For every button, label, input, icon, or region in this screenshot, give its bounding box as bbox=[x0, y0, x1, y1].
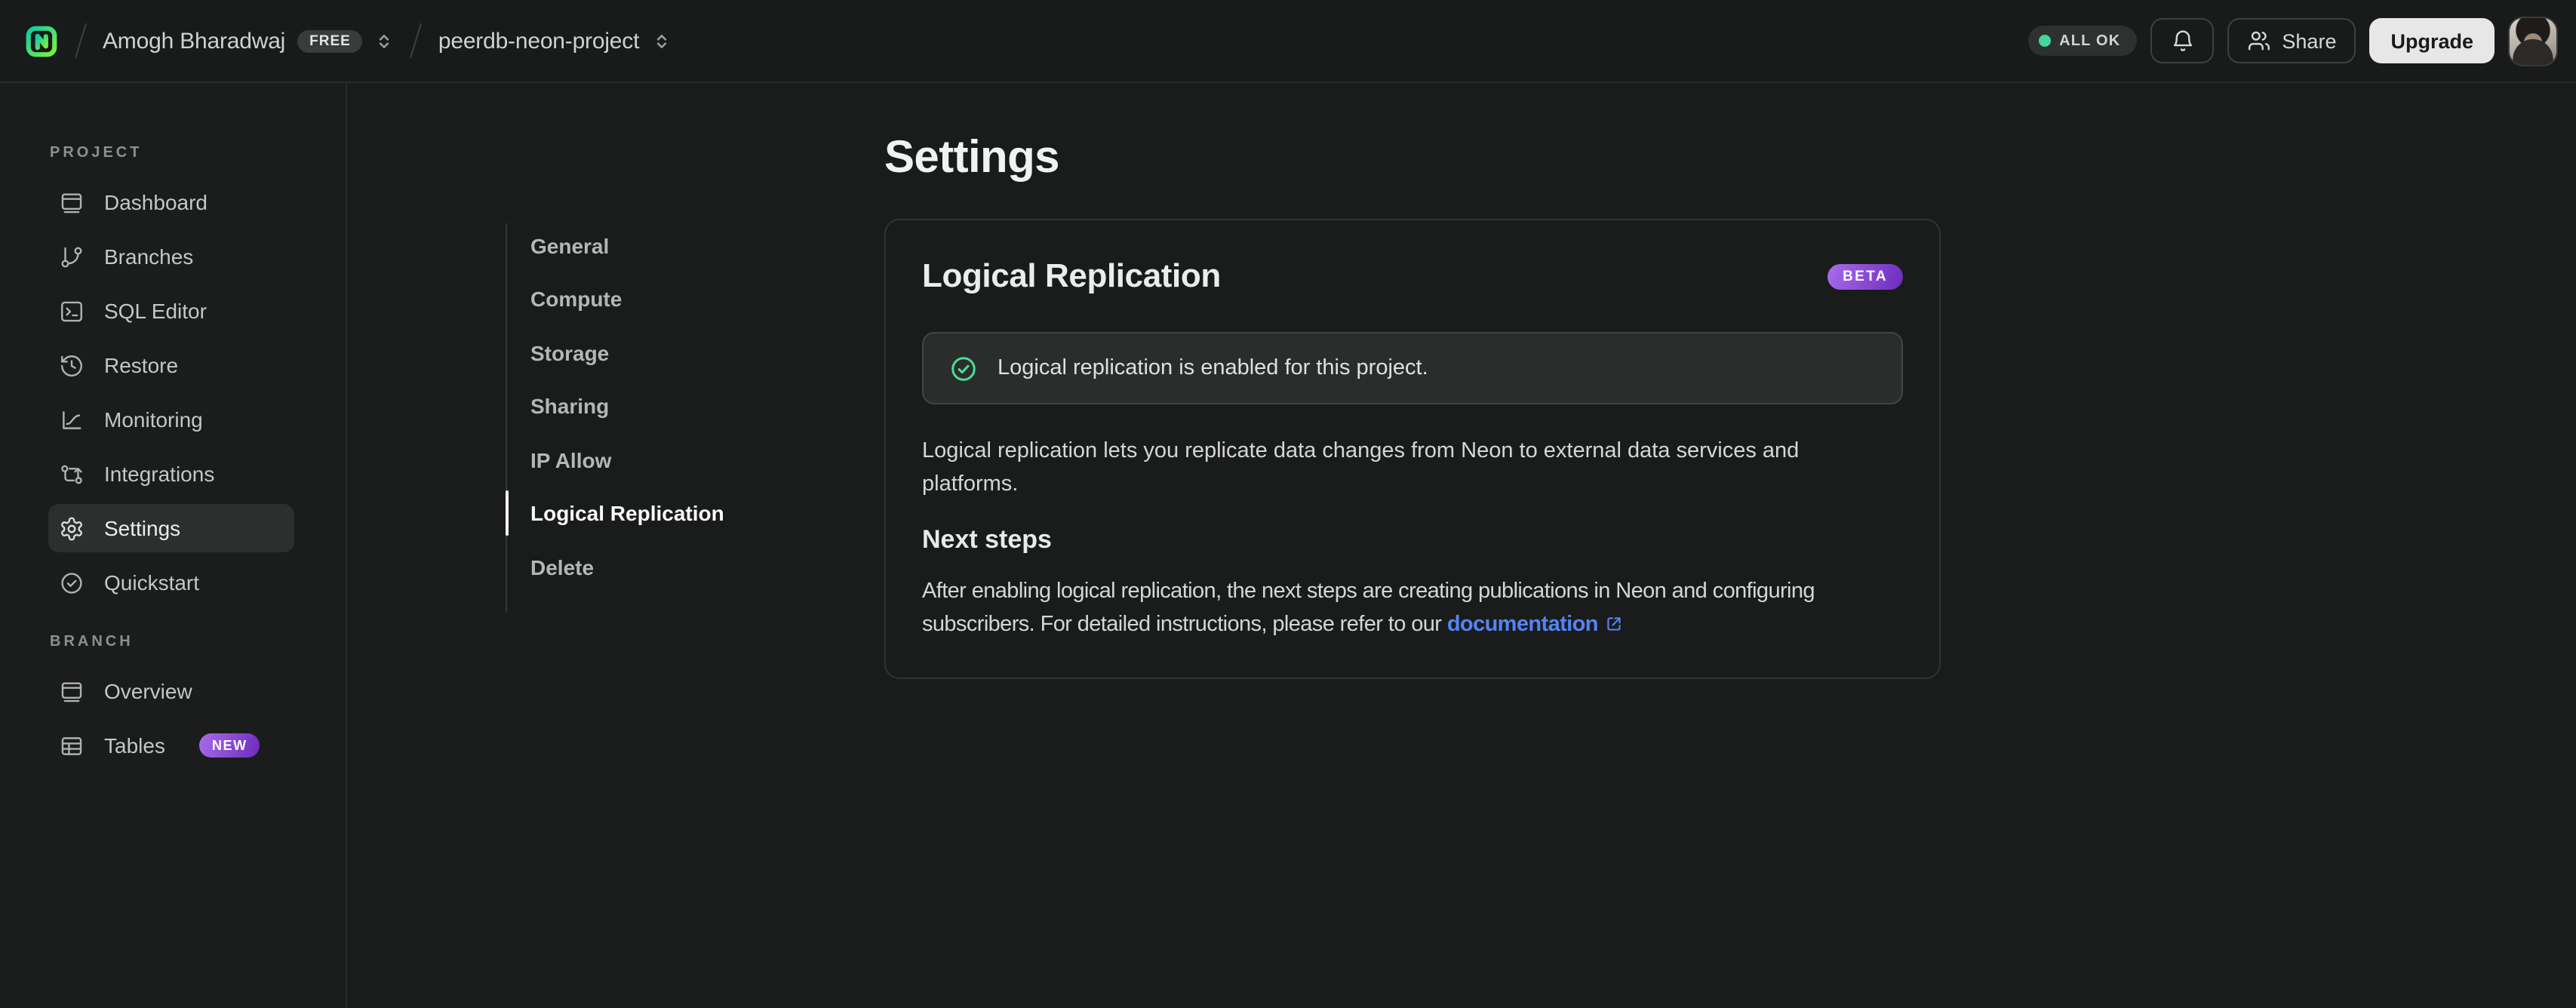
next-steps-text: After enabling logical replication, the … bbox=[922, 576, 1903, 641]
sidebar-item-label: Tables bbox=[104, 733, 165, 758]
check-circle-icon bbox=[949, 354, 978, 383]
settings-nav-sharing[interactable]: Sharing bbox=[506, 380, 822, 433]
gear-icon bbox=[59, 515, 85, 541]
table-icon bbox=[59, 733, 85, 758]
notifications-button[interactable] bbox=[2150, 18, 2215, 63]
sidebar-item-label: Branches bbox=[104, 244, 194, 269]
sidebar: PROJECT Dashboard Branches SQL Editor Re… bbox=[0, 83, 347, 1008]
sidebar-item-label: Settings bbox=[104, 516, 181, 540]
plan-badge: FREE bbox=[297, 29, 363, 52]
settings-nav-ip-allow[interactable]: IP Allow bbox=[506, 433, 822, 487]
breadcrumb-slash bbox=[75, 23, 87, 59]
chevron-up-down-icon bbox=[651, 31, 671, 51]
users-icon bbox=[2247, 29, 2271, 53]
sidebar-item-integrations[interactable]: Integrations bbox=[48, 450, 294, 498]
sidebar-item-overview[interactable]: Overview bbox=[48, 667, 294, 715]
upgrade-label: Upgrade bbox=[2390, 29, 2473, 52]
sidebar-project-list: Dashboard Branches SQL Editor Restore Mo… bbox=[0, 178, 346, 607]
next-steps-title: Next steps bbox=[922, 525, 1052, 554]
chart-icon bbox=[59, 407, 85, 432]
settings-nav-logical-replication[interactable]: Logical Replication bbox=[506, 487, 822, 540]
settings-nav-delete[interactable]: Delete bbox=[506, 540, 822, 594]
share-button[interactable]: Share bbox=[2227, 18, 2356, 63]
documentation-link[interactable]: documentation bbox=[1447, 612, 1599, 636]
dashboard-icon bbox=[59, 189, 85, 215]
sidebar-item-label: Overview bbox=[104, 679, 192, 703]
settings-nav: General Compute Storage Sharing IP Allow… bbox=[506, 219, 822, 612]
sidebar-item-label: Dashboard bbox=[104, 190, 207, 214]
sidebar-section-project: PROJECT bbox=[50, 145, 143, 161]
status-badge[interactable]: ALL OK bbox=[2027, 26, 2138, 56]
sidebar-item-label: Integrations bbox=[104, 462, 215, 486]
sidebar-item-label: Restore bbox=[104, 353, 179, 377]
org-switcher[interactable]: Amogh Bharadwaj FREE bbox=[103, 28, 395, 54]
settings-nav-general[interactable]: General bbox=[506, 219, 822, 272]
neon-logo[interactable] bbox=[24, 23, 59, 58]
page-title: Settings bbox=[884, 133, 1060, 183]
sidebar-section-branch: BRANCH bbox=[50, 634, 134, 650]
sidebar-item-label: Quickstart bbox=[104, 570, 200, 595]
main-content: General Compute Storage Sharing IP Allow… bbox=[347, 83, 2576, 1008]
logical-replication-card: Logical Replication BETA Logical replica… bbox=[884, 219, 1941, 679]
alert-text: Logical replication is enabled for this … bbox=[998, 356, 1428, 380]
sidebar-item-label: Monitoring bbox=[104, 407, 203, 432]
status-label: ALL OK bbox=[2059, 32, 2121, 49]
window-icon bbox=[59, 678, 85, 704]
sidebar-branch-list: Overview Tables NEW bbox=[0, 667, 346, 770]
org-name: Amogh Bharadwaj bbox=[103, 28, 286, 54]
sidebar-item-settings[interactable]: Settings bbox=[48, 504, 294, 552]
breadcrumb: Amogh Bharadwaj FREE peerdb-neon-project bbox=[24, 23, 671, 59]
external-link-icon[interactable] bbox=[1604, 613, 1624, 633]
sidebar-item-tables[interactable]: Tables NEW bbox=[48, 721, 294, 770]
replication-description: Logical replication lets you replicate d… bbox=[922, 439, 1800, 496]
sidebar-item-monitoring[interactable]: Monitoring bbox=[48, 395, 294, 444]
check-circle-icon bbox=[59, 570, 85, 595]
chevron-up-down-icon bbox=[375, 31, 395, 51]
new-badge: NEW bbox=[199, 733, 260, 758]
sidebar-item-restore[interactable]: Restore bbox=[48, 341, 294, 389]
beta-badge: BETA bbox=[1827, 263, 1903, 289]
sidebar-item-sql-editor[interactable]: SQL Editor bbox=[48, 287, 294, 335]
git-branch-icon bbox=[59, 244, 85, 269]
bell-icon bbox=[2169, 28, 2195, 54]
card-title: Logical Replication bbox=[922, 257, 1221, 294]
sidebar-item-label: SQL Editor bbox=[104, 299, 207, 323]
next-steps-prefix: After enabling logical replication, the … bbox=[922, 579, 1815, 636]
sidebar-item-dashboard[interactable]: Dashboard bbox=[48, 178, 294, 226]
sidebar-item-branches[interactable]: Branches bbox=[48, 232, 294, 281]
app-window: Amogh Bharadwaj FREE peerdb-neon-project bbox=[0, 0, 2576, 1008]
breadcrumb-slash bbox=[410, 23, 423, 59]
topbar-actions: ALL OK Share Upgrade bbox=[2027, 16, 2558, 66]
share-label: Share bbox=[2282, 29, 2337, 52]
user-avatar[interactable] bbox=[2508, 16, 2558, 66]
project-switcher[interactable]: peerdb-neon-project bbox=[438, 28, 671, 54]
replication-enabled-alert: Logical replication is enabled for this … bbox=[922, 332, 1903, 404]
settings-nav-storage[interactable]: Storage bbox=[506, 326, 822, 380]
status-dot-icon bbox=[2038, 35, 2051, 47]
terminal-icon bbox=[59, 298, 85, 324]
history-icon bbox=[59, 352, 85, 378]
project-name: peerdb-neon-project bbox=[438, 28, 640, 54]
topbar: Amogh Bharadwaj FREE peerdb-neon-project bbox=[0, 0, 2576, 83]
sidebar-item-quickstart[interactable]: Quickstart bbox=[48, 558, 294, 607]
integrations-icon bbox=[59, 461, 85, 487]
settings-nav-compute[interactable]: Compute bbox=[506, 272, 822, 326]
upgrade-button[interactable]: Upgrade bbox=[2369, 18, 2495, 63]
